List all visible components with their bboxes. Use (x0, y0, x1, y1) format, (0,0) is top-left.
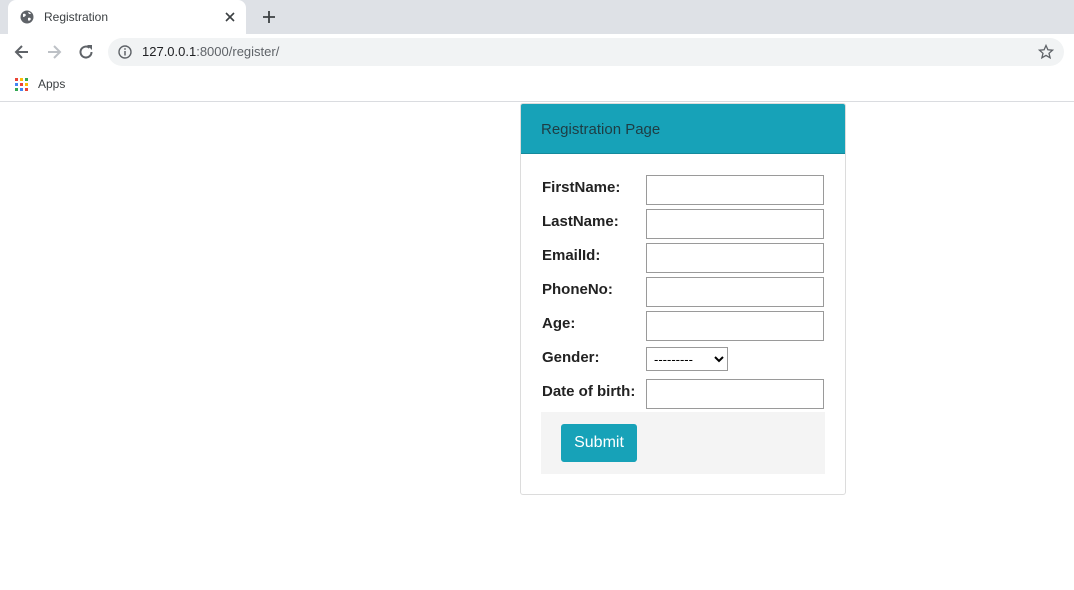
apps-bookmark[interactable]: Apps (38, 77, 65, 91)
age-row: Age: (542, 311, 832, 343)
tab-title: Registration (44, 10, 109, 24)
age-input[interactable] (646, 311, 824, 341)
url-text: 127.0.0.1:8000/register/ (142, 44, 280, 59)
firstname-input[interactable] (646, 175, 824, 205)
registration-card: Registration Page FirstName: LastName: E… (520, 103, 846, 495)
forward-arrow-icon[interactable] (44, 42, 64, 62)
gender-label: Gender: (542, 349, 600, 366)
close-icon[interactable] (222, 9, 238, 25)
firstname-label: FirstName: (542, 179, 621, 196)
submit-button[interactable]: Submit (561, 424, 637, 462)
lastname-row: LastName: (542, 209, 832, 241)
globe-icon (20, 10, 34, 24)
email-row: EmailId: (542, 243, 832, 275)
reload-icon[interactable] (76, 42, 96, 62)
email-input[interactable] (646, 243, 824, 273)
info-icon[interactable] (118, 45, 132, 59)
browser-tab[interactable]: Registration (8, 0, 246, 34)
phone-label: PhoneNo: (542, 281, 613, 298)
apps-grid-icon[interactable] (15, 78, 29, 92)
page-title: Registration Page (541, 121, 661, 138)
gender-row: Gender: --------- (542, 345, 832, 377)
lastname-label: LastName: (542, 213, 619, 230)
form-footer: Submit (541, 412, 825, 474)
age-label: Age: (542, 315, 576, 332)
back-arrow-icon[interactable] (12, 42, 32, 62)
bookmarks-bar: Apps (0, 70, 1074, 102)
phone-row: PhoneNo: (542, 277, 832, 309)
firstname-row: FirstName: (542, 175, 832, 207)
tab-strip: Registration (0, 0, 1074, 34)
phone-input[interactable] (646, 277, 824, 307)
bookmark-star-icon[interactable] (1038, 44, 1054, 60)
address-bar[interactable]: 127.0.0.1:8000/register/ (108, 38, 1064, 66)
lastname-input[interactable] (646, 209, 824, 239)
dob-label: Date of birth: (542, 383, 636, 400)
dob-input[interactable] (646, 379, 824, 409)
gender-select[interactable]: --------- (646, 347, 728, 371)
dob-row: Date of birth: (542, 379, 832, 411)
new-tab-icon[interactable] (260, 8, 278, 26)
browser-toolbar: 127.0.0.1:8000/register/ (0, 34, 1074, 70)
email-label: EmailId: (542, 247, 601, 264)
card-header: Registration Page (521, 104, 845, 154)
